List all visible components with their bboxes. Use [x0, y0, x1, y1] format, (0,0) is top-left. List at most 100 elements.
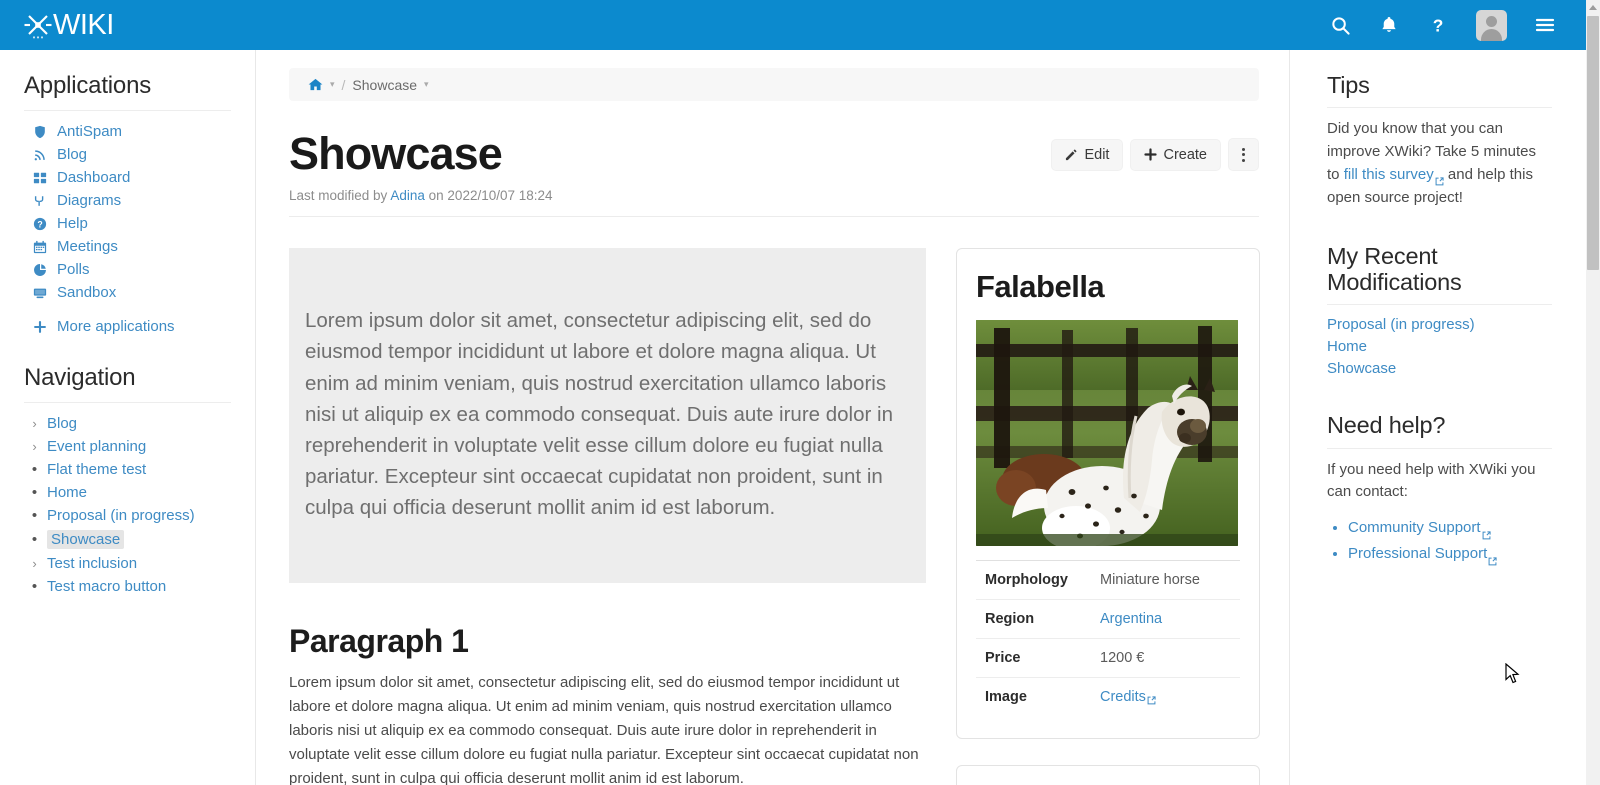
page-scrollbar[interactable] — [1586, 0, 1600, 785]
row-label: Morphology — [985, 572, 1068, 589]
nav-item-label[interactable]: Test macro button — [47, 578, 166, 595]
nav-item-label[interactable]: Event planning — [47, 438, 146, 455]
grid-icon — [32, 170, 48, 186]
list-item[interactable]: Showcase — [1327, 359, 1552, 380]
row-label: Image — [985, 689, 1027, 706]
nav-item-label[interactable]: Flat theme test — [47, 461, 146, 478]
sidebar-item-meetings[interactable]: Meetings — [24, 235, 231, 258]
pencil-icon — [1065, 148, 1078, 161]
nav-item-label[interactable]: Blog — [47, 415, 77, 432]
sidebar-item-label[interactable]: Polls — [57, 261, 90, 278]
region-link[interactable]: Argentina — [1100, 611, 1162, 627]
support-links-list: Community Support Professional Support — [1327, 515, 1552, 567]
nav-item-proposal[interactable]: • Proposal (in progress) — [24, 504, 231, 527]
tips-panel-title: Tips — [1327, 72, 1552, 109]
meta-middle: on — [428, 188, 444, 204]
chevron-right-icon[interactable]: › — [30, 417, 39, 430]
caret-down-icon[interactable]: ▾ — [330, 79, 335, 90]
intro-quote-box: Lorem ipsum dolor sit amet, consectetur … — [289, 248, 926, 584]
nav-item-label[interactable]: Test inclusion — [47, 555, 137, 572]
nav-item-test-inclusion[interactable]: › Test inclusion — [24, 552, 231, 575]
nav-item-showcase[interactable]: • Showcase — [24, 527, 231, 552]
breadcrumb-current[interactable]: Showcase — [352, 77, 417, 93]
list-item[interactable]: Proposal (in progress) — [1327, 315, 1552, 336]
edit-button-label: Edit — [1084, 146, 1110, 163]
horse-photo — [976, 320, 1238, 547]
row-value: Credits — [1092, 678, 1240, 717]
list-item[interactable]: Home — [1327, 337, 1552, 358]
sidebar-item-blog[interactable]: Blog — [24, 143, 231, 166]
document-title-block: Showcase Last modified by Adina on 2022/… — [289, 130, 553, 204]
community-support-link[interactable]: Community Support — [1348, 515, 1491, 541]
search-icon[interactable] — [1329, 14, 1351, 36]
section-heading: Paragraph 1 — [289, 623, 469, 660]
sidebar-item-label[interactable]: Dashboard — [57, 169, 130, 186]
document-actions: Edit Create — [1051, 138, 1259, 171]
chevron-right-icon[interactable]: › — [30, 440, 39, 453]
scrollbar-thumb[interactable] — [1587, 16, 1599, 270]
left-sidebar: Applications AntiSpam Blog Dashboard Dia… — [0, 50, 256, 785]
triangle-up-icon[interactable] — [1586, 0, 1600, 15]
more-applications-label[interactable]: More applications — [57, 318, 175, 335]
community-support-label: Community Support — [1348, 519, 1481, 537]
svg-text:?: ? — [1433, 15, 1444, 35]
sidebar-item-polls[interactable]: Polls — [24, 258, 231, 281]
sidebar-item-label[interactable]: AntiSpam — [57, 123, 122, 140]
calendar-icon — [32, 239, 48, 255]
desktop-icon — [32, 285, 48, 301]
edit-button[interactable]: Edit — [1051, 138, 1124, 171]
sidebar-item-antispam[interactable]: AntiSpam — [24, 120, 231, 143]
credits-link[interactable]: Credits — [1100, 689, 1156, 705]
create-button-label: Create — [1163, 146, 1207, 163]
plus-icon — [32, 319, 48, 335]
table-row: Price 1200 € — [976, 638, 1240, 678]
header-actions: ? — [1329, 9, 1586, 41]
nav-item-blog[interactable]: › Blog — [24, 412, 231, 435]
meta-author-link[interactable]: Adina — [390, 188, 425, 203]
top-navigation-bar: WIKI ? — [0, 0, 1586, 50]
bullet-icon: • — [31, 531, 38, 548]
bullet-icon: • — [31, 484, 38, 501]
shield-icon — [32, 124, 48, 140]
sidebar-item-diagrams[interactable]: Diagrams — [24, 189, 231, 212]
external-link-icon — [1435, 171, 1444, 186]
need-help-text: If you need help with XWiki you can cont… — [1327, 460, 1536, 501]
sidebar-item-sandbox[interactable]: Sandbox — [24, 281, 231, 304]
survey-link[interactable]: fill this survey — [1344, 164, 1444, 187]
professional-support-label: Professional Support — [1348, 544, 1488, 562]
survey-link-label: fill this survey — [1343, 165, 1434, 183]
chevron-right-icon[interactable]: › — [30, 557, 39, 570]
sidebar-item-label[interactable]: Diagrams — [57, 192, 121, 209]
bullet-icon: • — [31, 507, 38, 524]
bell-icon[interactable] — [1378, 14, 1400, 36]
nav-item-label[interactable]: Proposal (in progress) — [47, 507, 195, 524]
list-item: Professional Support — [1348, 541, 1552, 567]
more-applications-link[interactable]: More applications — [24, 315, 231, 338]
sidebar-item-label[interactable]: Help — [57, 215, 88, 232]
professional-support-link[interactable]: Professional Support — [1348, 541, 1497, 567]
home-icon[interactable] — [308, 78, 323, 91]
hamburger-menu-icon[interactable] — [1534, 14, 1556, 36]
external-link-icon — [1488, 549, 1497, 566]
caret-down-icon[interactable]: ▾ — [424, 79, 429, 90]
vertical-dots-icon[interactable] — [1228, 138, 1259, 171]
sidebar-item-label[interactable]: Blog — [57, 146, 87, 163]
sidebar-item-help[interactable]: ? Help — [24, 212, 231, 235]
sidebar-item-label[interactable]: Sandbox — [57, 284, 116, 301]
nav-item-flat-theme-test[interactable]: • Flat theme test — [24, 458, 231, 481]
nav-item-test-macro-button[interactable]: • Test macro button — [24, 575, 231, 598]
avatar[interactable] — [1476, 9, 1507, 41]
nav-item-label[interactable]: Showcase — [47, 530, 125, 549]
nav-item-event-planning[interactable]: › Event planning — [24, 435, 231, 458]
need-help-title: Need help? — [1327, 412, 1552, 449]
row-label: Price — [985, 650, 1021, 667]
question-mark-icon[interactable]: ? — [1427, 14, 1449, 36]
sidebar-item-label[interactable]: Meetings — [57, 238, 118, 255]
nav-item-home[interactable]: • Home — [24, 481, 231, 504]
xwiki-logo[interactable]: WIKI — [0, 9, 114, 42]
plus-icon — [1144, 148, 1158, 161]
sidebar-item-dashboard[interactable]: Dashboard — [24, 166, 231, 189]
recent-modifications-panel: My Recent Modifications Proposal (in pro… — [1290, 243, 1586, 380]
nav-item-label[interactable]: Home — [47, 484, 87, 501]
create-button[interactable]: Create — [1130, 138, 1221, 171]
